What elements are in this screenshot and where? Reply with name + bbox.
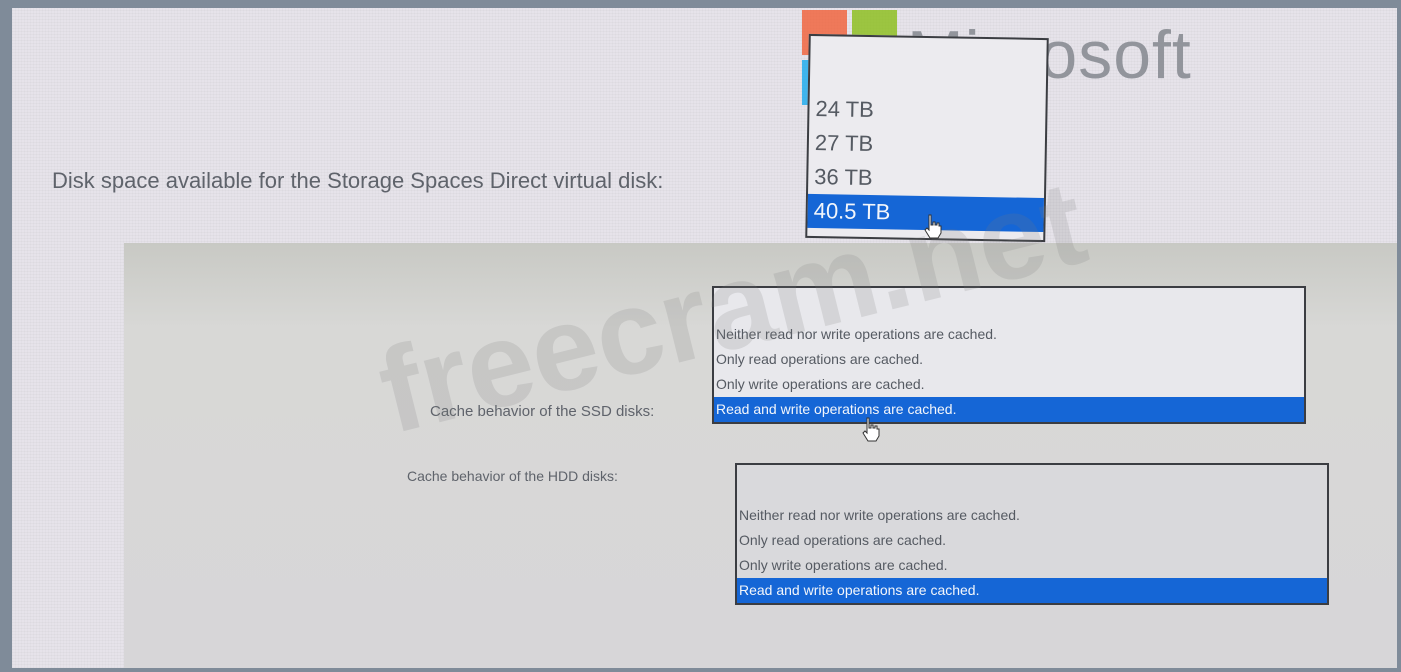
ssd-cache-option[interactable]: Neither read nor write operations are ca… (714, 322, 1304, 347)
screen-frame: Microsoft Disk space available for the S… (12, 8, 1397, 668)
disk-space-option[interactable]: 36 TB (808, 160, 1045, 198)
hand-cursor-icon (862, 417, 880, 442)
ssd-cache-option-selected[interactable]: Read and write operations are cached. (714, 397, 1304, 422)
hdd-cache-option[interactable]: Only read operations are cached. (737, 528, 1327, 553)
ssd-cache-listbox[interactable]: Neither read nor write operations are ca… (712, 286, 1306, 424)
disk-space-label: Disk space available for the Storage Spa… (52, 168, 664, 193)
ssd-cache-label: Cache behavior of the SSD disks: (430, 403, 655, 420)
ssd-cache-option[interactable]: Only write operations are cached. (714, 372, 1304, 397)
disk-space-listbox[interactable]: 24 TB 27 TB 36 TB 40.5 TB (805, 33, 1049, 243)
hdd-cache-option[interactable]: Only write operations are cached. (737, 553, 1327, 578)
ssd-cache-option[interactable]: Only read operations are cached. (714, 347, 1304, 372)
hdd-cache-label: Cache behavior of the HDD disks: (407, 468, 618, 484)
hdd-cache-listbox[interactable]: Neither read nor write operations are ca… (735, 463, 1329, 605)
hdd-cache-option-selected[interactable]: Read and write operations are cached. (737, 578, 1327, 603)
hdd-cache-option[interactable]: Neither read nor write operations are ca… (737, 503, 1327, 528)
hand-cursor-icon (924, 214, 942, 239)
disk-space-option[interactable]: 27 TB (809, 126, 1046, 164)
disk-space-option[interactable]: 24 TB (809, 92, 1046, 130)
